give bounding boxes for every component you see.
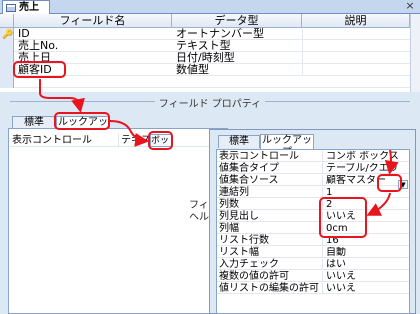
arrow-to-dropdown: [109, 120, 149, 147]
arrow-from-dropdown: [384, 149, 399, 175]
arrow-to-values: [366, 192, 391, 216]
arrow-to-lookup-tab: [39, 79, 85, 113]
annotation-arrows: [39, 79, 399, 216]
